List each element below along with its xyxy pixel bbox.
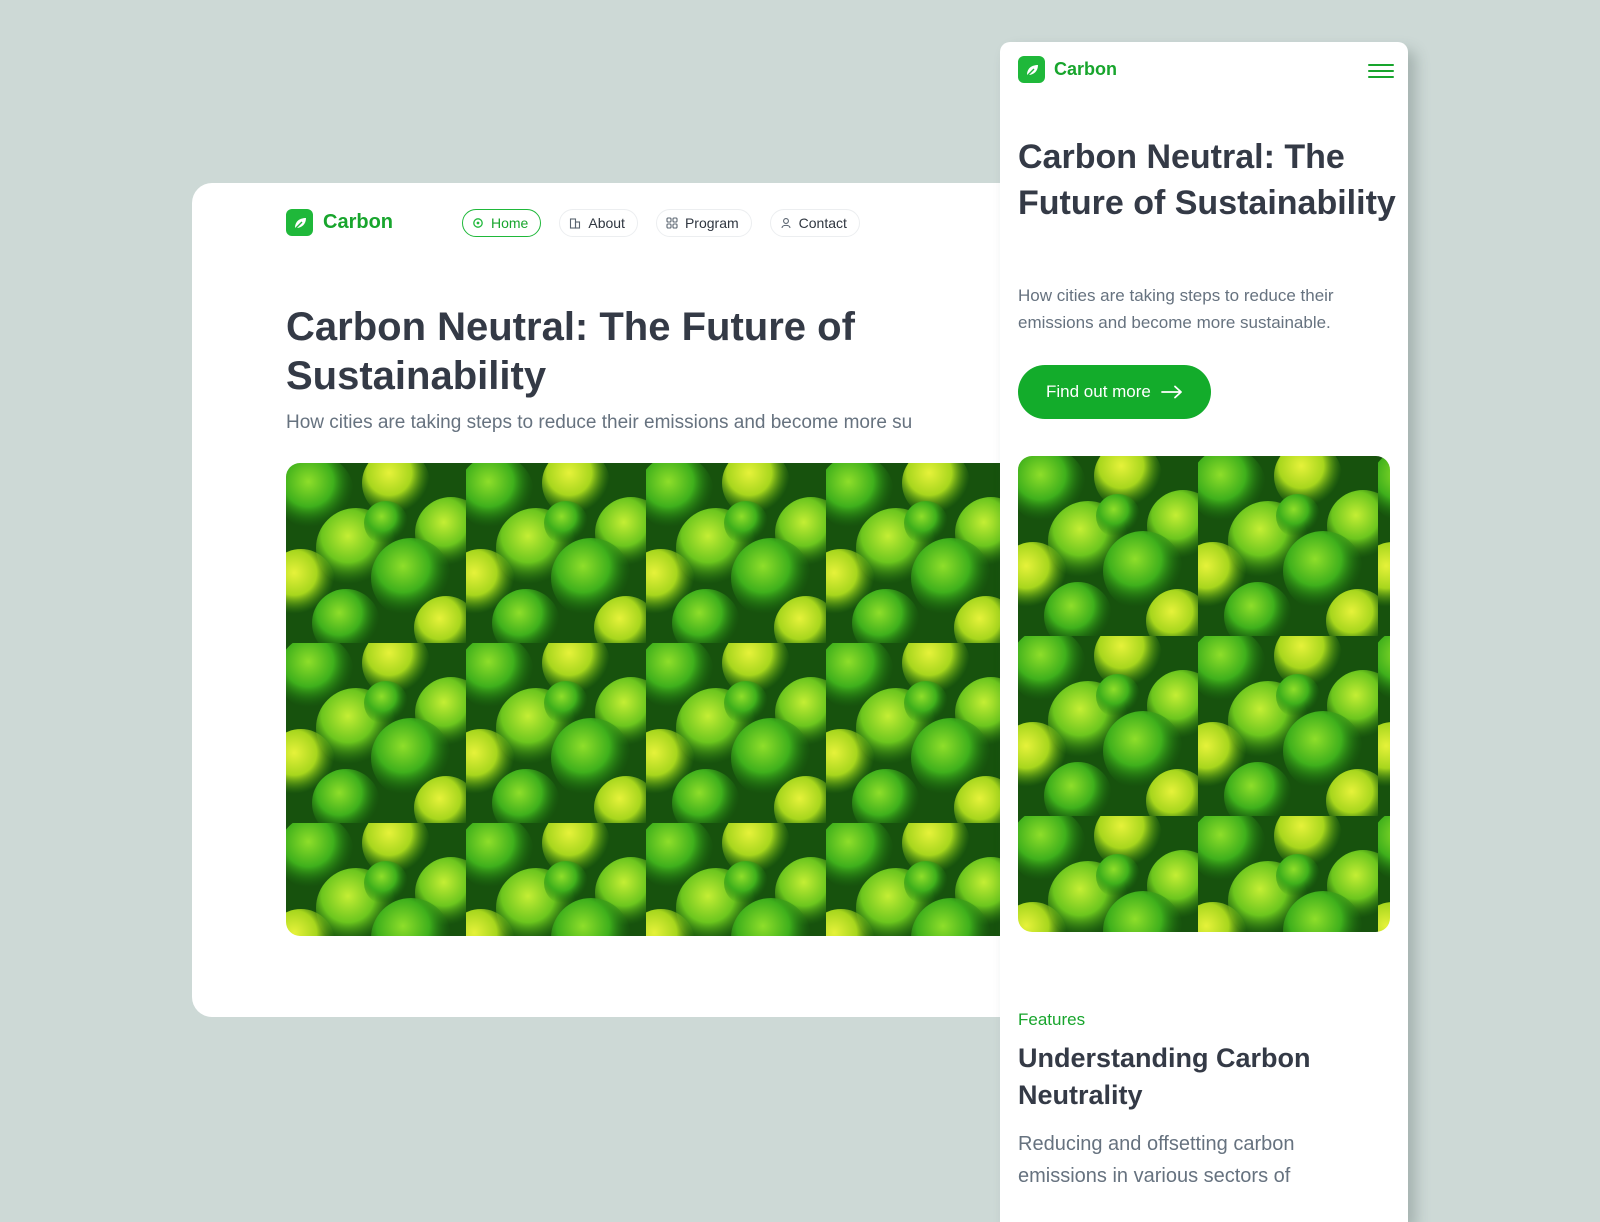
mobile-brand-logo[interactable]: Carbon [1018,56,1117,83]
hero-title: Carbon Neutral: The Future of Sustainabi… [286,305,855,398]
building-icon [569,217,581,229]
nav-contact-label: Contact [798,215,847,231]
find-out-more-button[interactable]: Find out more [1018,365,1211,419]
hero-subtitle: How cities are taking steps to reduce th… [286,412,913,433]
nav-home-label: Home [491,215,529,231]
grid-icon [666,217,678,229]
mobile-hero-title: Carbon Neutral: The Future of Sustainabi… [1018,138,1396,222]
brand-logo[interactable]: Carbon [286,209,393,236]
brand-name: Carbon [323,211,393,233]
mobile-forest-image [1018,456,1390,932]
nav-program[interactable]: Program [655,209,752,237]
mobile-brand-name: Carbon [1054,59,1117,79]
top-nav: Home About Program Contact [462,209,860,237]
nav-about[interactable]: About [559,209,638,237]
nav-about-label: About [588,215,625,231]
leaf-icon [1018,56,1045,83]
menu-icon[interactable] [1368,60,1394,82]
find-out-more-label: Find out more [1046,382,1151,401]
mobile-hero-subtitle: How cities are taking steps to reduce th… [1018,286,1334,332]
arrow-right-icon [1160,385,1183,399]
contact-icon [780,217,792,229]
nav-home[interactable]: Home [462,209,542,237]
nav-program-label: Program [684,215,739,231]
leaf-icon [286,209,313,236]
features-eyebrow: Features [1018,1010,1086,1029]
mobile-preview: Carbon Carbon Neutral: The Future of Sus… [1000,42,1408,1222]
features-heading: Understanding Carbon Neutrality [1018,1043,1311,1110]
features-body: Reducing and offsetting carbon emissions… [1018,1133,1295,1187]
home-icon [472,217,484,229]
nav-contact[interactable]: Contact [769,209,860,237]
